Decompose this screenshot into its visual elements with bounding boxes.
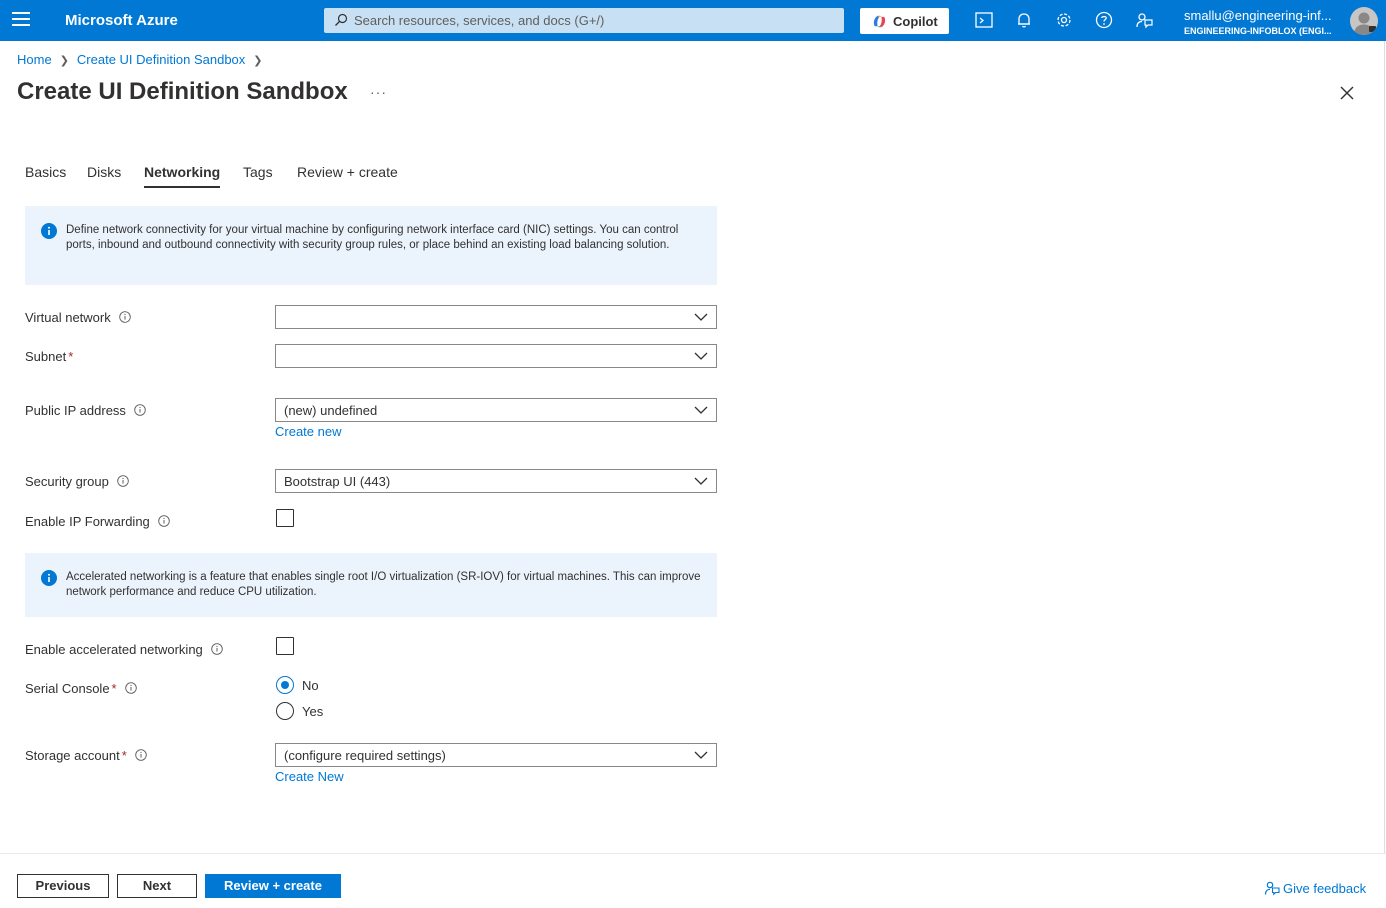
page-title: Create UI Definition Sandbox <box>17 78 348 105</box>
top-bar: Microsoft Azure Copilot <box>0 0 1386 41</box>
subnet-dropdown[interactable] <box>275 344 717 368</box>
breadcrumb: Home ❯ Create UI Definition Sandbox ❯ <box>17 52 271 67</box>
serial-console-yes-radio[interactable] <box>276 702 294 720</box>
ip-forwarding-label-text: Enable IP Forwarding <box>25 514 150 529</box>
close-icon[interactable] <box>1338 84 1356 102</box>
copilot-icon <box>873 15 886 28</box>
required-asterisk: * <box>111 681 117 696</box>
tab-basics[interactable]: Basics <box>25 164 66 180</box>
feedback-icon[interactable] <box>1134 10 1154 30</box>
help-icon[interactable] <box>1094 10 1114 30</box>
serial-console-label: Serial Console * <box>25 681 137 696</box>
ip-forwarding-label: Enable IP Forwarding <box>25 514 170 529</box>
accelerated-info-box: Accelerated networking is a feature that… <box>25 553 717 617</box>
storage-account-dropdown[interactable]: (configure required settings) <box>275 743 717 767</box>
security-group-dropdown[interactable]: Bootstrap UI (443) <box>275 469 717 493</box>
tab-networking[interactable]: Networking <box>144 164 221 188</box>
accelerated-networking-label: Enable accelerated networking <box>25 642 223 657</box>
serial-console-label-text: Serial Console <box>25 681 110 696</box>
user-email[interactable]: smallu@engineering-inf... <box>1184 8 1332 23</box>
accelerated-networking-checkbox[interactable] <box>276 637 294 655</box>
notifications-icon[interactable] <box>1014 10 1034 30</box>
copilot-button[interactable]: Copilot <box>860 8 949 34</box>
cloud-shell-icon[interactable] <box>974 10 994 30</box>
info-tooltip-icon[interactable] <box>124 682 137 694</box>
public-ip-value: (new) undefined <box>284 403 378 418</box>
brand-title[interactable]: Microsoft Azure <box>65 12 178 29</box>
virtual-network-label-text: Virtual network <box>25 310 111 325</box>
chevron-down-icon <box>694 313 708 321</box>
info-icon <box>41 570 57 586</box>
accelerated-networking-label-text: Enable accelerated networking <box>25 642 203 657</box>
chevron-down-icon <box>694 406 708 414</box>
accelerated-info-text: Accelerated networking is a feature that… <box>66 571 701 598</box>
public-ip-dropdown[interactable]: (new) undefined <box>275 398 717 422</box>
settings-icon[interactable] <box>1054 10 1074 30</box>
tab-review-create[interactable]: Review + create <box>297 164 398 180</box>
serial-console-yes-label[interactable]: Yes <box>302 704 323 719</box>
feedback-icon <box>1264 881 1280 896</box>
serial-console-no-label[interactable]: No <box>302 678 319 693</box>
required-asterisk: * <box>68 349 74 364</box>
user-avatar-icon <box>1354 12 1376 35</box>
network-info-box: Define network connectivity for your vir… <box>25 206 717 285</box>
give-feedback-link[interactable]: Give feedback <box>1264 880 1366 896</box>
info-icon <box>41 223 57 239</box>
network-info-text: Define network connectivity for your vir… <box>66 224 679 251</box>
previous-button[interactable]: Previous <box>17 874 109 898</box>
subnet-label-text: Subnet <box>25 349 67 364</box>
serial-console-no-radio[interactable] <box>276 676 294 694</box>
info-tooltip-icon[interactable] <box>134 404 146 416</box>
search-icon <box>335 13 348 26</box>
breadcrumb-home[interactable]: Home <box>17 52 52 67</box>
more-options-button[interactable]: ··· <box>370 84 387 100</box>
create-new-storage-link[interactable]: Create New <box>275 769 344 784</box>
search-input[interactable] <box>354 10 834 31</box>
chevron-down-icon <box>694 751 708 759</box>
tab-tags[interactable]: Tags <box>243 164 273 180</box>
copilot-label: Copilot <box>893 14 938 29</box>
search-box[interactable] <box>324 8 844 33</box>
security-group-label-text: Security group <box>25 474 109 489</box>
virtual-network-dropdown[interactable] <box>275 305 717 329</box>
security-group-label: Security group <box>25 474 129 489</box>
storage-account-value: (configure required settings) <box>284 748 446 763</box>
storage-account-label-text: Storage account <box>25 748 120 763</box>
info-tooltip-icon[interactable] <box>211 643 223 655</box>
footer-bar: Previous Next Review + create Give feedb… <box>0 853 1386 908</box>
public-ip-label: Public IP address <box>25 403 146 418</box>
chevron-right-icon: ❯ <box>253 55 263 67</box>
info-tooltip-icon[interactable] <box>117 475 129 487</box>
avatar[interactable] <box>1350 7 1378 35</box>
info-tooltip-icon[interactable] <box>158 515 170 527</box>
scrollbar-edge[interactable] <box>1384 41 1385 908</box>
ip-forwarding-checkbox[interactable] <box>276 509 294 527</box>
create-new-public-ip-link[interactable]: Create new <box>275 424 341 439</box>
chevron-right-icon: ❯ <box>59 55 69 67</box>
info-tooltip-icon[interactable] <box>134 749 147 761</box>
subnet-label: Subnet * <box>25 349 73 364</box>
required-asterisk: * <box>121 748 127 763</box>
chevron-down-icon <box>694 477 708 485</box>
tab-disks[interactable]: Disks <box>87 164 121 180</box>
storage-account-label: Storage account * <box>25 748 147 763</box>
next-button[interactable]: Next <box>117 874 197 898</box>
give-feedback-label: Give feedback <box>1283 881 1367 896</box>
user-directory[interactable]: ENGINEERING-INFOBLOX (ENGI... <box>1184 26 1332 36</box>
menu-icon[interactable] <box>12 12 30 28</box>
security-group-value: Bootstrap UI (443) <box>284 474 391 489</box>
virtual-network-label: Virtual network <box>25 310 131 325</box>
breadcrumb-current[interactable]: Create UI Definition Sandbox <box>77 52 245 67</box>
public-ip-label-text: Public IP address <box>25 403 126 418</box>
info-tooltip-icon[interactable] <box>118 311 131 323</box>
review-create-button[interactable]: Review + create <box>205 874 341 898</box>
chevron-down-icon <box>694 352 708 360</box>
